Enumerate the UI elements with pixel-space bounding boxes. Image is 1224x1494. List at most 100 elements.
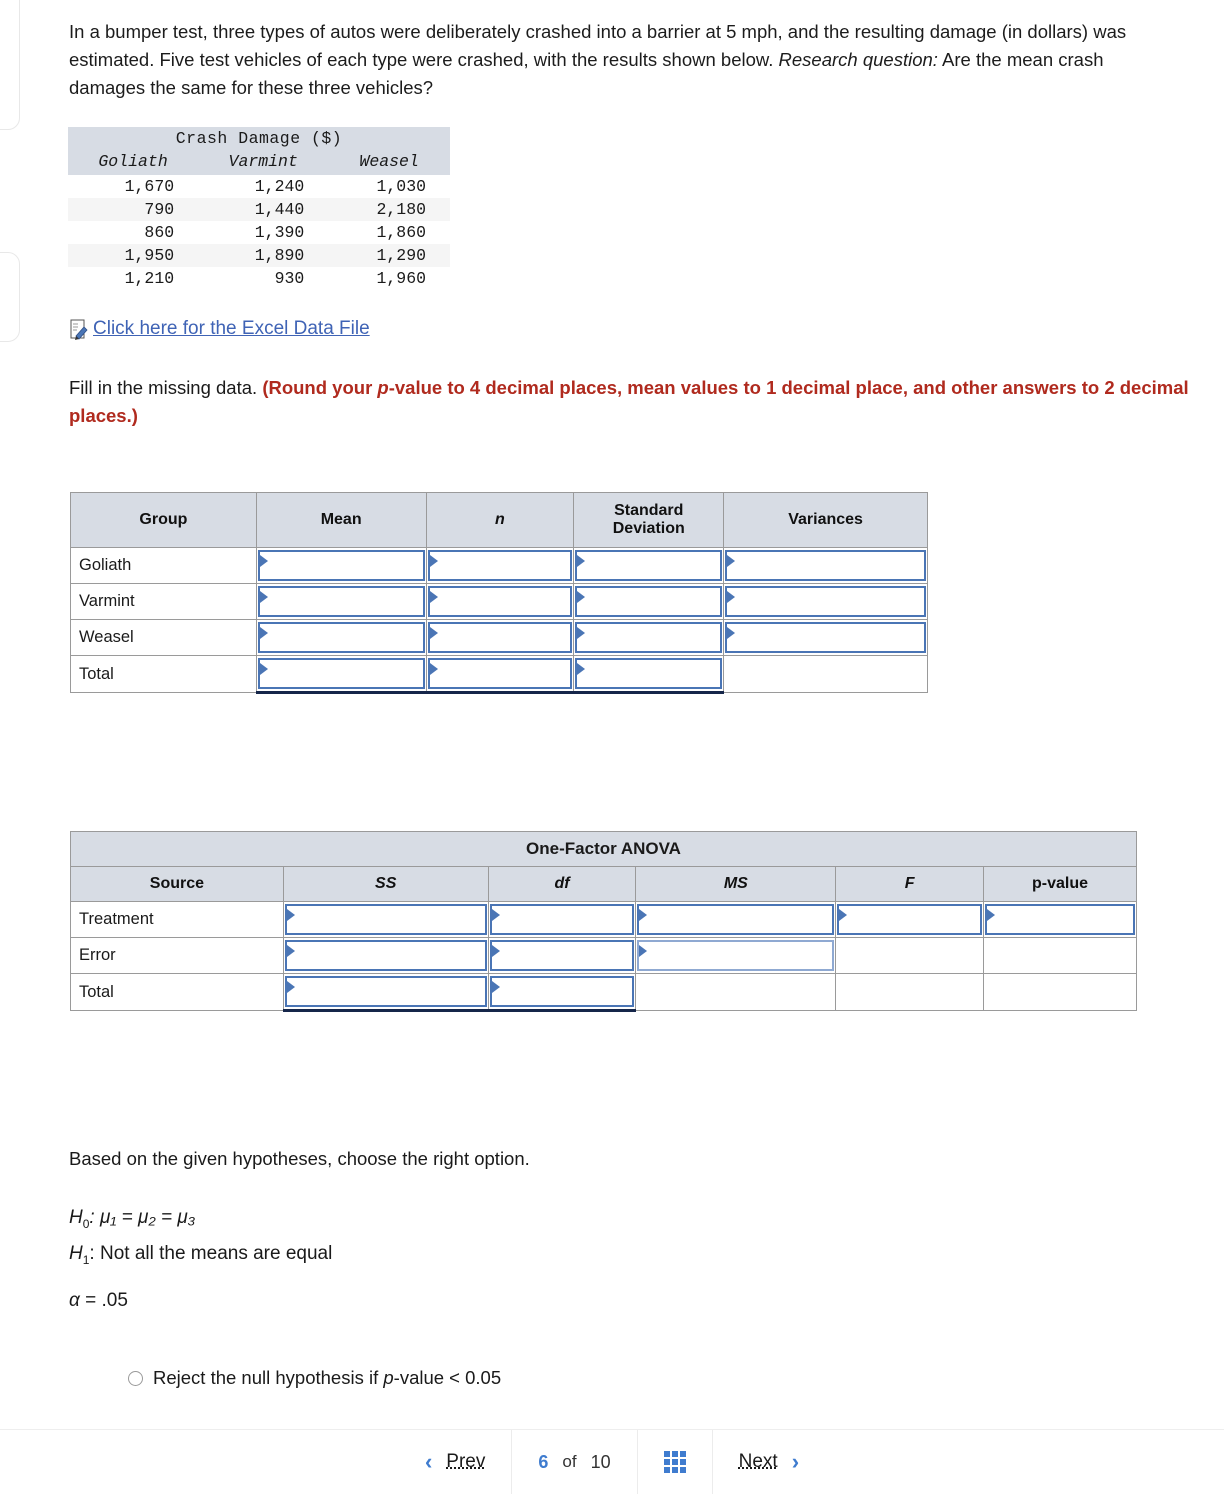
input-cell-error-ss[interactable] [282,937,489,974]
treatment-ss-input-box[interactable] [284,904,487,935]
prev-button[interactable]: ‹ Prev [399,1430,511,1494]
input-cell-varmint-mean[interactable] [255,583,427,620]
varmint-n-input[interactable] [429,588,571,615]
weasel-sd-input[interactable] [577,624,721,651]
input-cell-goliath-variance[interactable] [723,547,928,584]
hypotheses-lead: Based on the given hypotheses, choose th… [69,1148,530,1169]
goliath-mean-input[interactable] [259,552,423,579]
option-reject-null[interactable]: Reject the null hypothesis if p-value < … [128,1367,501,1389]
goliath-variance-input[interactable] [727,552,924,579]
row-label-varmint: Varmint [70,583,257,620]
total-n-input[interactable] [429,660,571,687]
excel-data-file-link[interactable]: Click here for the Excel Data File [93,318,370,340]
empty-cell-error-f [835,937,985,974]
error-ms-input-box[interactable] [637,940,835,971]
treatment-ms-input-box[interactable] [637,904,835,935]
input-cell-treatment-f[interactable] [835,901,985,938]
total-n-input-box[interactable] [427,658,573,689]
next-button[interactable]: Next › [711,1429,825,1494]
footer-navigation: ‹ Prev 6 of 10 Next › [0,1429,1224,1494]
error-df-input-box[interactable] [489,940,635,971]
input-cell-treatment-df[interactable] [487,901,637,938]
input-cell-error-ms[interactable] [635,937,837,974]
goliath-variance-input-box[interactable] [725,550,926,581]
goliath-n-input[interactable] [429,552,571,579]
input-cell-varmint-sd[interactable] [573,583,725,620]
varmint-sd-input[interactable] [577,588,721,615]
header-ss: SS [282,866,489,902]
total-mean-input[interactable] [259,660,423,687]
option-text-after: -value < 0.05 [393,1367,502,1388]
input-cell-varmint-variance[interactable] [723,583,928,620]
varmint-variance-input[interactable] [727,588,924,615]
input-cell-weasel-n[interactable] [425,619,575,656]
total-sd-input-box[interactable] [575,658,723,689]
treatment-df-input-box[interactable] [489,904,635,935]
weasel-mean-input[interactable] [259,624,423,651]
input-cell-weasel-mean[interactable] [255,619,427,656]
varmint-variance-input-box[interactable] [725,586,926,617]
cell-goliath: 1,950 [68,244,199,267]
summary-header-row: Group Mean n Standard Deviation Variance… [70,492,928,548]
error-ss-input[interactable] [286,942,485,969]
input-cell-total-mean[interactable] [255,655,427,694]
treatment-df-input[interactable] [491,906,633,933]
input-cell-weasel-sd[interactable] [573,619,725,656]
goliath-n-input-box[interactable] [427,550,573,581]
grid-menu-icon[interactable] [663,1451,686,1473]
treatment-ms-input[interactable] [639,906,833,933]
input-cell-total-sd[interactable] [573,655,725,694]
error-ss-input-box[interactable] [284,940,487,971]
input-cell-goliath-mean[interactable] [255,547,427,584]
input-cell-total-n[interactable] [425,655,575,694]
error-df-input[interactable] [491,942,633,969]
treatment-p-value-input[interactable] [987,906,1133,933]
input-cell-error-df[interactable] [487,937,637,974]
varmint-mean-input[interactable] [259,588,423,615]
h0-text: : μ₁ = μ₂ = μ₃ [89,1207,196,1228]
goliath-sd-input-box[interactable] [575,550,723,581]
next-label[interactable]: Next [739,1451,778,1473]
input-cell-treatment-p[interactable] [983,901,1137,938]
goliath-mean-input-box[interactable] [257,550,425,581]
input-cell-total-df[interactable] [487,973,637,1012]
excel-data-file-link-wrapper[interactable]: Click here for the Excel Data File [70,318,370,340]
treatment-ss-input[interactable] [286,906,485,933]
input-cell-treatment-ss[interactable] [282,901,489,938]
varmint-n-input-box[interactable] [427,586,573,617]
cell-weasel: 1,030 [376,177,426,196]
varmint-sd-input-box[interactable] [575,586,723,617]
weasel-n-input-box[interactable] [427,622,573,653]
weasel-sd-input-box[interactable] [575,622,723,653]
anova-total-df-input-box[interactable] [489,976,635,1007]
prev-label[interactable]: Prev [446,1451,485,1473]
anova-total-ss-input-box[interactable] [284,976,487,1007]
weasel-n-input[interactable] [429,624,571,651]
input-cell-treatment-ms[interactable] [635,901,837,938]
input-cell-goliath-sd[interactable] [573,547,725,584]
input-cell-goliath-n[interactable] [425,547,575,584]
total-mean-input-box[interactable] [257,658,425,689]
crash-damage-table: Crash Damage ($) Goliath Varmint Weasel … [68,127,450,290]
weasel-mean-input-box[interactable] [257,622,425,653]
question-grid-button[interactable] [636,1429,712,1494]
goliath-sd-input[interactable] [577,552,721,579]
option-label: Reject the null hypothesis if p-value < … [153,1367,501,1389]
anova-total-ss-input[interactable] [286,978,485,1005]
input-cell-varmint-n[interactable] [425,583,575,620]
error-ms-input[interactable] [639,942,833,969]
treatment-f-input-box[interactable] [837,904,983,935]
cell-varmint: 1,240 [254,177,305,196]
cell-varmint: 930 [274,269,305,288]
input-cell-total-ss[interactable] [282,973,489,1012]
radio-button-icon[interactable] [128,1370,143,1386]
input-cell-weasel-variance[interactable] [723,619,928,656]
anova-total-df-input[interactable] [491,978,633,1005]
weasel-variance-input-box[interactable] [725,622,926,653]
total-sd-input[interactable] [577,660,721,687]
treatment-p-input-box[interactable] [985,904,1135,935]
varmint-mean-input-box[interactable] [257,586,425,617]
treatment-f-input[interactable] [839,906,981,933]
header-p-value: p-value [983,866,1137,902]
weasel-variance-input[interactable] [727,624,924,651]
